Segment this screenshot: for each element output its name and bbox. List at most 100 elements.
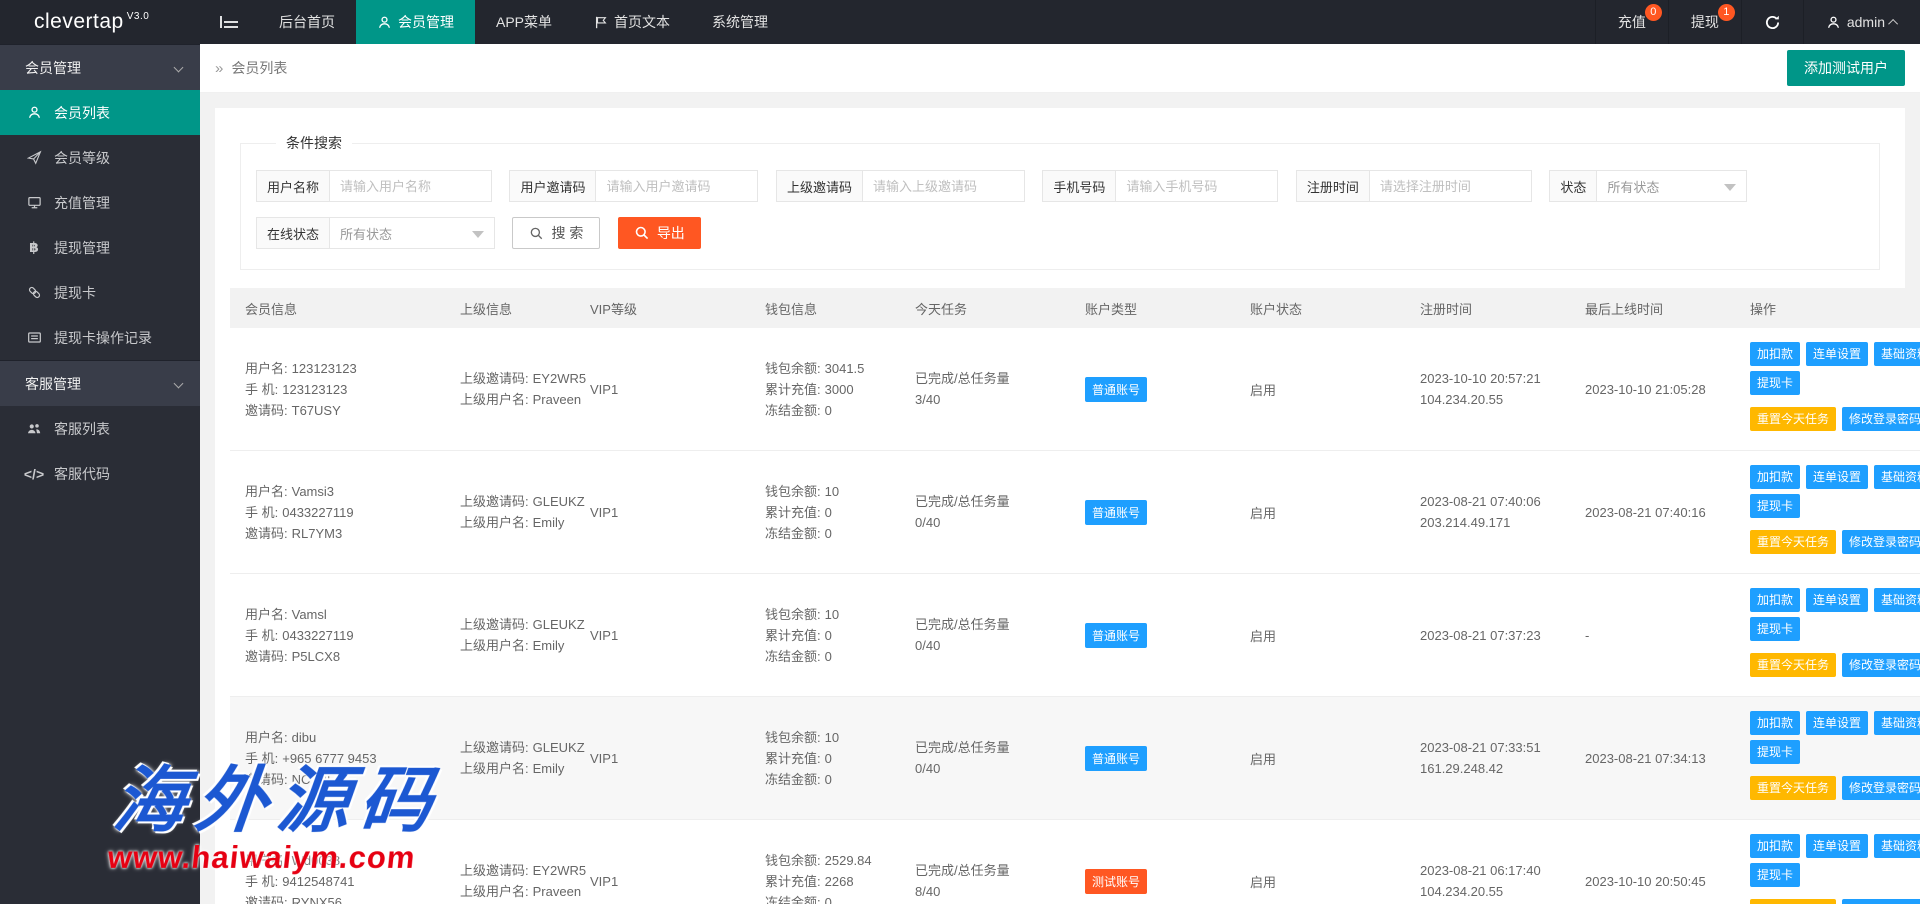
register-time-cell: 2023-08-21 07:37:23	[1405, 574, 1570, 697]
reset-task-button[interactable]: 重置今天任务	[1750, 530, 1836, 554]
topnav-member-management[interactable]: 会员管理	[356, 0, 475, 44]
member-invite-code: RYNX56	[292, 895, 342, 904]
change-password-button[interactable]: 修改登录密码	[1842, 899, 1920, 904]
user-invite-input[interactable]	[596, 170, 758, 202]
add-deduct-button[interactable]: 加扣款	[1750, 588, 1800, 612]
main-content: » 会员列表 添加测试用户 条件搜索 用户名称 用户邀请码 上级邀请码 手机号码	[200, 44, 1920, 904]
parent-info-cell: 上级邀请码:GLEUKZ 上级用户名:Emily	[445, 697, 575, 820]
register-time: 2023-08-21 07:40:06	[1420, 491, 1555, 512]
col-operations: 操作	[1735, 288, 1920, 328]
change-password-button[interactable]: 修改登录密码	[1842, 653, 1920, 677]
app-logo: clevertap V3.0	[0, 0, 200, 44]
add-deduct-button[interactable]: 加扣款	[1750, 711, 1800, 735]
register-time: 2023-10-10 20:57:21	[1420, 368, 1555, 389]
withdraw-card-button[interactable]: 提现卡	[1750, 863, 1800, 887]
brand-version: V3.0	[127, 11, 150, 22]
total-recharge: 0	[825, 628, 832, 643]
task-progress: 0/40	[915, 635, 1055, 656]
col-register-time: 注册时间	[1405, 288, 1570, 328]
register-time-input[interactable]	[1370, 170, 1532, 202]
reset-task-button[interactable]: 重置今天任务	[1750, 899, 1836, 904]
parent-username: Emily	[533, 638, 565, 653]
sidebar-item-service-list[interactable]: 客服列表	[0, 406, 200, 451]
search-button[interactable]: 搜 索	[512, 217, 600, 249]
parent-invite-code: EY2WR5	[533, 371, 586, 386]
parent-invite-input[interactable]	[863, 170, 1025, 202]
last-online-cell: 2023-10-10 21:05:28	[1570, 328, 1735, 451]
basic-profile-button[interactable]: 基础资料	[1874, 588, 1920, 612]
refresh-button[interactable]	[1741, 0, 1803, 44]
send-icon	[25, 150, 43, 165]
basic-profile-button[interactable]: 基础资料	[1874, 465, 1920, 489]
sidebar-item-member-list[interactable]: 会员列表	[0, 90, 200, 135]
change-password-button[interactable]: 修改登录密码	[1842, 530, 1920, 554]
refresh-icon	[1764, 14, 1781, 31]
link-icon	[25, 285, 43, 300]
search-icon	[529, 226, 544, 241]
withdraw-notice-button[interactable]: 提现 1	[1668, 0, 1741, 44]
sidebar-group-service-management[interactable]: 客服管理	[0, 360, 200, 406]
table-row: 用户名:123123123 手 机:123123123 邀请码:T67USY 上…	[230, 328, 1920, 451]
add-test-user-button[interactable]: 添加测试用户	[1787, 50, 1905, 86]
combo-settings-button[interactable]: 连单设置	[1806, 588, 1868, 612]
sidebar-item-recharge-management[interactable]: 充值管理	[0, 180, 200, 225]
sidebar-item-member-level[interactable]: 会员等级	[0, 135, 200, 180]
topnav-system[interactable]: 系统管理	[691, 0, 789, 44]
online-status-field-group: 在线状态 所有状态	[256, 217, 495, 249]
baht-icon: ฿	[25, 239, 43, 256]
export-button[interactable]: 导出	[618, 217, 701, 249]
combo-settings-button[interactable]: 连单设置	[1806, 465, 1868, 489]
group-icon	[25, 421, 43, 436]
sidebar-item-service-code[interactable]: </> 客服代码	[0, 451, 200, 496]
collapse-sidebar-button[interactable]	[200, 0, 258, 44]
topnav-app-menu[interactable]: APP菜单	[475, 0, 573, 44]
user-icon	[25, 105, 43, 120]
add-deduct-button[interactable]: 加扣款	[1750, 465, 1800, 489]
change-password-button[interactable]: 修改登录密码	[1842, 407, 1920, 431]
reset-task-button[interactable]: 重置今天任务	[1750, 653, 1836, 677]
user-menu[interactable]: admin	[1803, 0, 1920, 44]
online-status-select[interactable]: 所有状态	[330, 217, 495, 249]
table-row: 用户名:dibu 手 机:+965 6777 9453 邀请码:NC2HEG 上…	[230, 697, 1920, 820]
today-task-cell: 已完成/总任务量 0/40	[900, 451, 1070, 574]
frozen-amount: 0	[825, 649, 832, 664]
member-table-body: 用户名:123123123 手 机:123123123 邀请码:T67USY 上…	[230, 328, 1920, 904]
register-ip: 104.234.20.55	[1420, 389, 1555, 410]
recharge-notice-button[interactable]: 充值 0	[1595, 0, 1668, 44]
sidebar-item-withdraw-management[interactable]: ฿ 提现管理	[0, 225, 200, 270]
sidebar-group-member-management[interactable]: 会员管理	[0, 44, 200, 90]
combo-settings-button[interactable]: 连单设置	[1806, 342, 1868, 366]
reset-task-button[interactable]: 重置今天任务	[1750, 407, 1836, 431]
topnav-dashboard[interactable]: 后台首页	[258, 0, 356, 44]
task-progress: 0/40	[915, 758, 1055, 779]
phone-input[interactable]	[1116, 170, 1278, 202]
withdraw-card-button[interactable]: 提现卡	[1750, 617, 1800, 641]
member-info-cell: 用户名:Vamsi3 手 机:0433227119 邀请码:RL7YM3	[230, 451, 445, 574]
username-input[interactable]	[330, 170, 492, 202]
account-type-cell: 普通账号	[1070, 574, 1235, 697]
combo-settings-button[interactable]: 连单设置	[1806, 711, 1868, 735]
add-deduct-button[interactable]: 加扣款	[1750, 342, 1800, 366]
register-time-cell: 2023-08-21 07:40:06 203.214.49.171	[1405, 451, 1570, 574]
status-select[interactable]: 所有状态	[1597, 170, 1747, 202]
basic-profile-button[interactable]: 基础资料	[1874, 711, 1920, 735]
register-time: 2023-08-21 07:37:23	[1420, 625, 1555, 646]
task-progress: 3/40	[915, 389, 1055, 410]
topnav-home-text[interactable]: 首页文本	[573, 0, 691, 44]
frozen-amount: 0	[825, 772, 832, 787]
change-password-button[interactable]: 修改登录密码	[1842, 776, 1920, 800]
withdraw-card-button[interactable]: 提现卡	[1750, 494, 1800, 518]
withdraw-card-button[interactable]: 提现卡	[1750, 371, 1800, 395]
reset-task-button[interactable]: 重置今天任务	[1750, 776, 1836, 800]
basic-profile-button[interactable]: 基础资料	[1874, 834, 1920, 858]
account-status-cell: 启用	[1235, 574, 1405, 697]
combo-settings-button[interactable]: 连单设置	[1806, 834, 1868, 858]
sidebar-item-withdraw-card-log[interactable]: 提现卡操作记录	[0, 315, 200, 360]
add-deduct-button[interactable]: 加扣款	[1750, 834, 1800, 858]
account-status-cell: 启用	[1235, 328, 1405, 451]
withdraw-card-button[interactable]: 提现卡	[1750, 740, 1800, 764]
sidebar-item-withdraw-card[interactable]: 提现卡	[0, 270, 200, 315]
total-recharge: 0	[825, 751, 832, 766]
basic-profile-button[interactable]: 基础资料	[1874, 342, 1920, 366]
dropdown-arrow-icon	[472, 231, 484, 238]
